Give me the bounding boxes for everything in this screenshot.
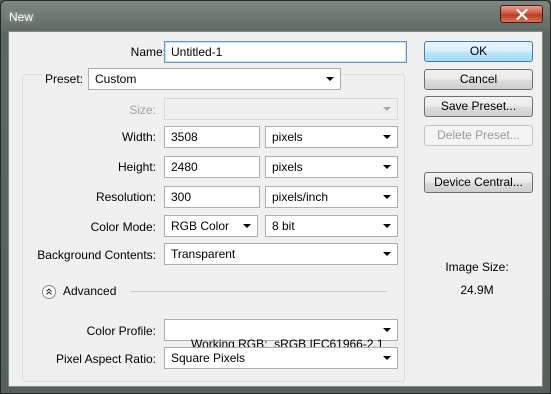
close-button[interactable] bbox=[500, 5, 543, 23]
pixel-aspect-ratio-label: Pixel Aspect Ratio: bbox=[55, 352, 156, 366]
width-unit-value: pixels bbox=[272, 130, 303, 144]
dropdown-arrow-icon bbox=[243, 224, 251, 228]
dropdown-arrow-icon bbox=[383, 107, 391, 111]
pixel-aspect-ratio-select[interactable]: Square Pixels bbox=[164, 347, 398, 369]
dialog-body: Name: Untitled-1 Preset: Custom Size: Wi… bbox=[8, 31, 543, 387]
resolution-unit-value: pixels/inch bbox=[272, 190, 329, 204]
cancel-button[interactable]: Cancel bbox=[424, 69, 533, 90]
advanced-divider bbox=[131, 291, 387, 292]
device-central-button[interactable]: Device Central... bbox=[424, 172, 533, 193]
size-label: Size: bbox=[129, 103, 156, 117]
advanced-toggle[interactable] bbox=[42, 285, 56, 299]
dropdown-arrow-icon bbox=[383, 135, 391, 139]
ok-button[interactable]: OK bbox=[424, 41, 533, 62]
width-unit-select[interactable]: pixels bbox=[265, 126, 398, 148]
height-label: Height: bbox=[117, 160, 156, 174]
bit-depth-value: 8 bit bbox=[272, 219, 295, 233]
name-label: Name: bbox=[130, 45, 166, 59]
pixel-aspect-ratio-value: Square Pixels bbox=[171, 351, 246, 365]
background-contents-value: Transparent bbox=[171, 247, 236, 261]
new-document-dialog: New Name: Untitled-1 Preset: Custom Size… bbox=[0, 0, 551, 394]
color-profile-label: Color Profile: bbox=[86, 324, 156, 338]
bit-depth-select[interactable]: 8 bit bbox=[265, 215, 398, 237]
color-mode-select[interactable]: RGB Color bbox=[164, 215, 258, 237]
color-mode-label: Color Mode: bbox=[90, 220, 156, 234]
dropdown-arrow-icon bbox=[326, 77, 334, 81]
color-mode-value: RGB Color bbox=[171, 219, 230, 233]
height-unit-value: pixels bbox=[272, 160, 303, 174]
name-input[interactable]: Untitled-1 bbox=[164, 41, 407, 63]
dropdown-arrow-icon bbox=[383, 165, 391, 169]
delete-preset-button[interactable]: Delete Preset... bbox=[424, 125, 533, 146]
height-unit-select[interactable]: pixels bbox=[265, 156, 398, 178]
chevron-up-icon bbox=[46, 288, 52, 295]
save-preset-button[interactable]: Save Preset... bbox=[424, 96, 533, 117]
width-input[interactable]: 3508 bbox=[164, 126, 260, 148]
resolution-unit-select[interactable]: pixels/inch bbox=[265, 186, 398, 208]
color-profile-select[interactable]: Working RGB: sRGB IEC61966-2.1 bbox=[164, 319, 398, 351]
height-input[interactable]: 2480 bbox=[164, 156, 260, 178]
size-select[interactable] bbox=[164, 98, 398, 120]
preset-select[interactable]: Custom bbox=[88, 68, 341, 90]
background-contents-select[interactable]: Transparent bbox=[164, 243, 398, 265]
dropdown-arrow-icon bbox=[383, 252, 391, 256]
title-bar[interactable]: New bbox=[1, 1, 550, 31]
dropdown-arrow-icon bbox=[383, 328, 391, 332]
image-size-label: Image Size: bbox=[445, 260, 509, 274]
preset-value: Custom bbox=[95, 72, 137, 86]
image-size-value: 24.9M bbox=[460, 283, 494, 297]
resolution-input[interactable]: 300 bbox=[164, 186, 260, 208]
preset-label: Preset: bbox=[42, 72, 87, 86]
dropdown-arrow-icon bbox=[383, 356, 391, 360]
window-title: New bbox=[9, 10, 34, 24]
dropdown-arrow-icon bbox=[383, 195, 391, 199]
advanced-label[interactable]: Advanced bbox=[63, 284, 116, 298]
background-contents-label: Background Contents: bbox=[37, 248, 156, 262]
dropdown-arrow-icon bbox=[383, 224, 391, 228]
width-label: Width: bbox=[121, 130, 156, 144]
resolution-label: Resolution: bbox=[95, 190, 156, 204]
close-icon bbox=[516, 9, 528, 20]
